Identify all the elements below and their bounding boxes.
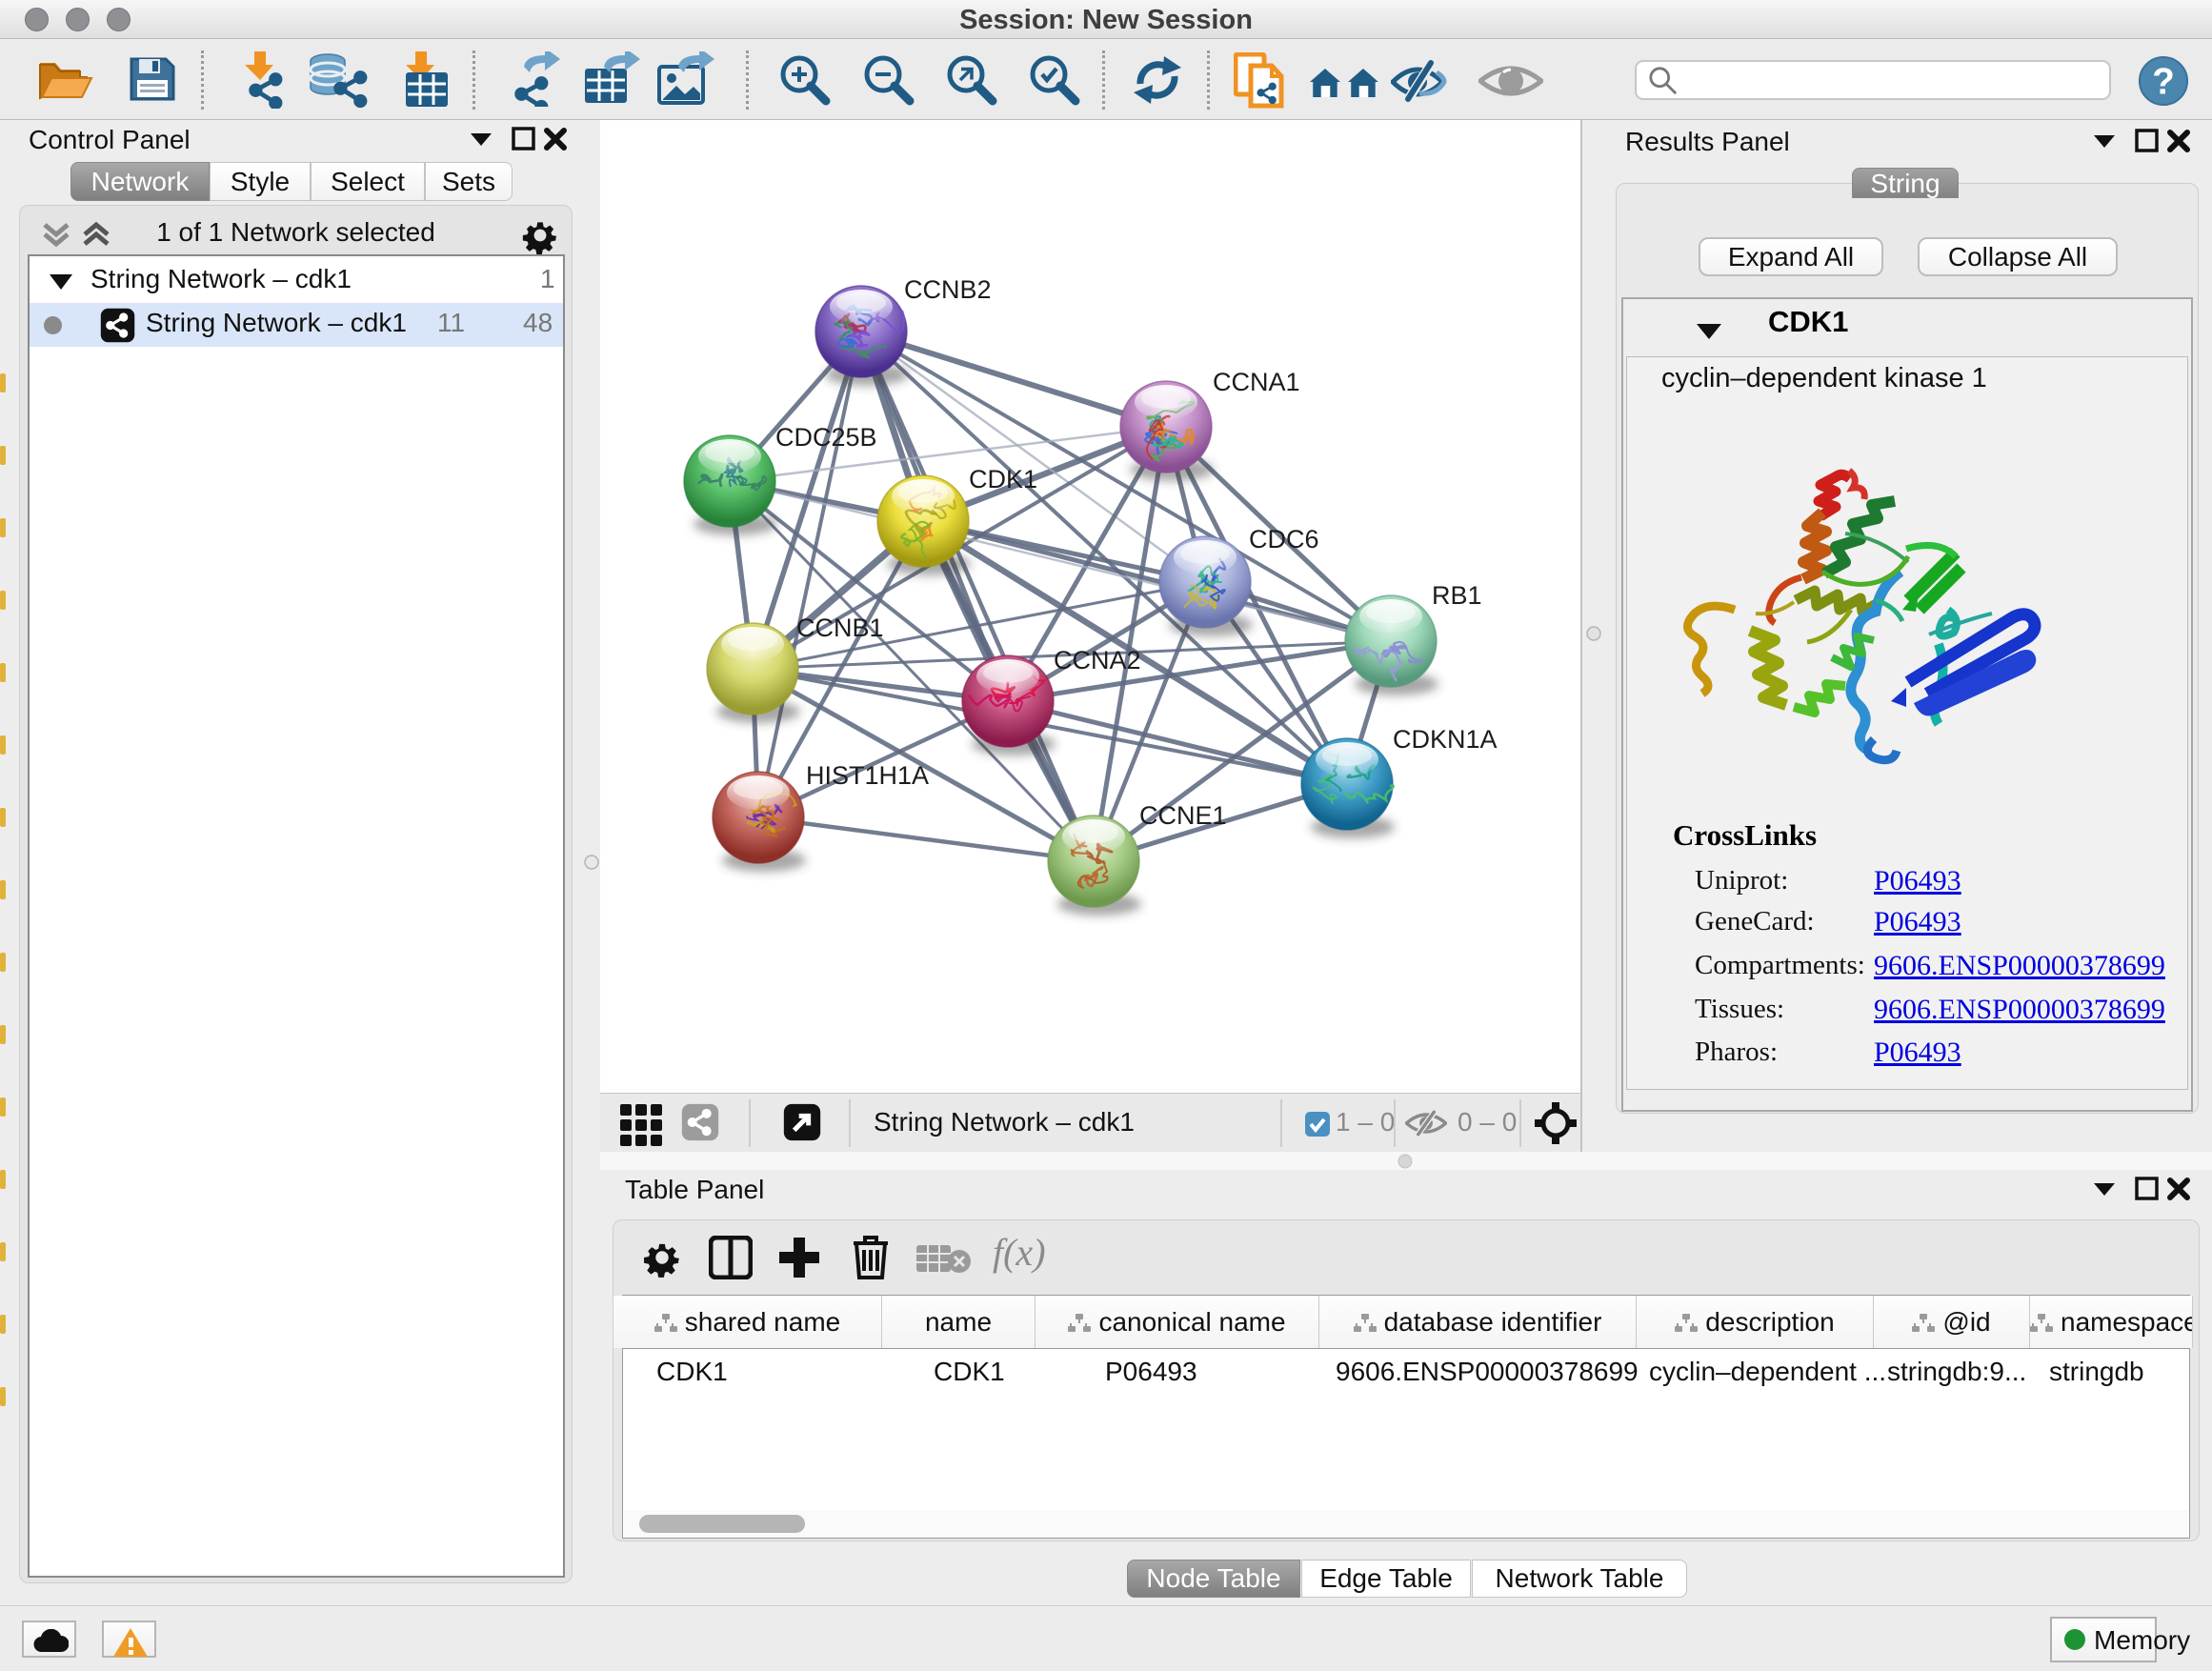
- svg-text:RB1: RB1: [1432, 581, 1482, 610]
- svg-text:HIST1H1A: HIST1H1A: [806, 761, 929, 790]
- svg-text:CDC25B: CDC25B: [775, 423, 877, 452]
- svg-text:CDK1: CDK1: [969, 465, 1037, 493]
- svg-text:CCNB1: CCNB1: [796, 614, 884, 642]
- svg-text:CDC6: CDC6: [1249, 525, 1319, 554]
- svg-text:CCNA2: CCNA2: [1054, 646, 1141, 674]
- svg-text:CDKN1A: CDKN1A: [1393, 725, 1498, 754]
- svg-text:CCNA1: CCNA1: [1213, 368, 1300, 396]
- svg-text:CCNB2: CCNB2: [904, 275, 992, 304]
- svg-text:?: ?: [2152, 62, 2175, 103]
- svg-text:CCNE1: CCNE1: [1139, 801, 1227, 830]
